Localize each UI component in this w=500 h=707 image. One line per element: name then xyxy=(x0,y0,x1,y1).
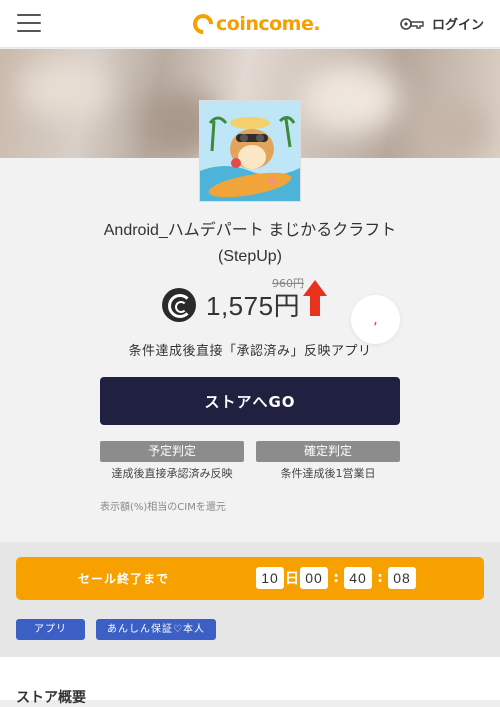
tag-app[interactable]: アプリ xyxy=(16,619,85,640)
logo-text: coincome. xyxy=(216,13,321,35)
store-overview-section: ストア概要 xyxy=(0,657,500,706)
menu-icon[interactable] xyxy=(17,14,41,32)
hamster-surf-illustration xyxy=(200,101,300,201)
countdown-days: 10 xyxy=(256,567,284,589)
tag-list: アプリ あんしん保証♡本人 xyxy=(16,619,227,640)
store-overview-title: ストア概要 xyxy=(16,690,86,706)
confirmed-judgement-desc: 条件達成後1営業日 xyxy=(280,467,376,480)
countdown-hours: 00 xyxy=(300,567,328,589)
login-label: ログイン xyxy=(431,18,484,33)
countdown-seconds: 08 xyxy=(388,567,416,589)
coin-icon xyxy=(162,287,196,322)
app-icon[interactable] xyxy=(199,100,301,202)
sale-label: セール終了まで xyxy=(78,572,170,586)
reward-note: 表示額(%)相当のCIMを還元 xyxy=(100,502,226,513)
bubble-text: , xyxy=(373,311,378,328)
countdown-timer: 10 日 00 : 40 : 08 xyxy=(256,567,416,589)
scheduled-judgement: 予定判定 達成後直接承認済み反映 xyxy=(100,441,244,481)
login-button[interactable]: ログイン xyxy=(400,14,484,33)
price-row: 1,575円 xyxy=(162,279,328,323)
sale-countdown-bar: セール終了まで 10 日 00 : 40 : 08 xyxy=(16,557,484,600)
floating-action-bubble[interactable]: , xyxy=(351,295,400,344)
store-go-button[interactable]: ストアへGO xyxy=(100,377,400,425)
confirmed-judgement: 確定判定 条件達成後1営業日 xyxy=(256,441,400,481)
scheduled-judgement-badge: 予定判定 xyxy=(100,441,244,462)
day-unit: 日 xyxy=(285,571,299,587)
confirmed-judgement-badge: 確定判定 xyxy=(256,441,400,462)
app-title: Android_ハムデパート まじかるクラフト(StepUp) xyxy=(103,222,397,265)
key-icon xyxy=(400,17,424,30)
scheduled-judgement-desc: 達成後直接承認済み反映 xyxy=(111,467,233,480)
time-separator: : xyxy=(377,570,383,586)
header-bar: coincome. ログイン xyxy=(0,0,500,48)
reward-condition-text: 条件達成後直接「承認済み」反映アプリ xyxy=(128,344,372,359)
coincome-logo[interactable]: coincome. xyxy=(188,9,321,39)
coincome-logo-icon xyxy=(188,9,218,39)
price-up-arrow-icon xyxy=(303,279,328,316)
tag-guarantee[interactable]: あんしん保証♡本人 xyxy=(96,619,216,640)
reward-price: 1,575円 xyxy=(206,291,301,321)
time-separator: : xyxy=(333,570,339,586)
countdown-minutes: 40 xyxy=(344,567,372,589)
